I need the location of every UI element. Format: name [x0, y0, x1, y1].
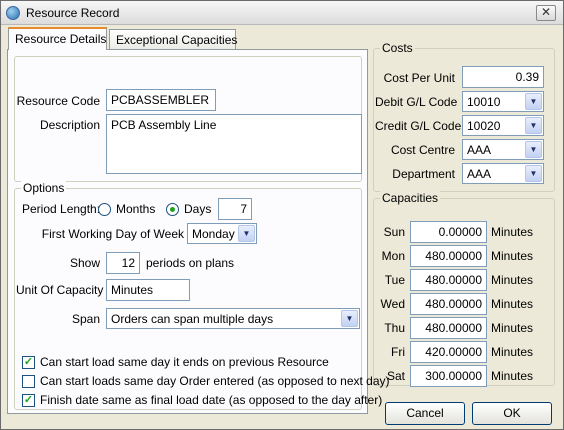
capacity-day-label: Fri: [391, 345, 405, 359]
months-radio[interactable]: [98, 203, 111, 216]
close-button[interactable]: ✕: [536, 5, 556, 21]
app-icon: [6, 6, 20, 20]
capacity-unit-label: Minutes: [491, 369, 534, 383]
cost-centre-label: Cost Centre: [390, 143, 455, 157]
capacity-day-label: Thu: [384, 321, 405, 335]
capacity-day-label: Wed: [380, 297, 405, 311]
span-select[interactable]: Orders can span multiple days ▼: [106, 308, 360, 329]
first-working-day-select[interactable]: Monday ▼: [187, 223, 257, 244]
unit-of-capacity-label: Unit Of Capacity: [16, 283, 104, 297]
resource-code-label: Resource Code: [16, 94, 100, 108]
tab-exceptional-capacities[interactable]: Exceptional Capacities: [109, 29, 237, 49]
capacity-unit-label: Minutes: [491, 225, 534, 239]
capacity-value-input[interactable]: 480.00000: [410, 293, 487, 315]
days-radio[interactable]: [166, 203, 179, 216]
debit-gl-label: Debit G/L Code: [375, 95, 458, 109]
window-title: Resource Record: [26, 6, 120, 20]
days-input[interactable]: 7: [218, 198, 252, 220]
capacity-value-input[interactable]: 0.00000: [410, 221, 487, 243]
capacity-unit-label: Minutes: [491, 273, 534, 287]
capacity-value-input[interactable]: 480.00000: [410, 317, 487, 339]
check-finish-same-day[interactable]: ✓: [22, 394, 35, 407]
department-value: AAA: [467, 167, 492, 181]
first-working-day-value: Monday: [192, 227, 235, 241]
days-label: Days: [184, 202, 212, 216]
chevron-down-icon[interactable]: ▼: [525, 117, 542, 134]
capacity-value-input[interactable]: 300.00000: [410, 365, 487, 387]
dialog-client: Resource Details Exceptional Capacities …: [3, 26, 561, 428]
span-value: Orders can span multiple days: [111, 312, 274, 326]
capacity-day-label: Sun: [383, 225, 405, 239]
periods-label: periods on plans: [146, 256, 235, 270]
credit-gl-label: Credit G/L Code: [375, 119, 462, 133]
check1-label: Can start load same day it ends on previ…: [40, 355, 329, 369]
cost-centre-select[interactable]: AAA ▼: [462, 139, 544, 160]
capacity-day-label: Tue: [384, 273, 405, 287]
department-select[interactable]: AAA ▼: [462, 163, 544, 184]
debit-gl-value: 10010: [467, 95, 501, 109]
resource-record-window: Resource Record ✕ Resource Details Excep…: [0, 0, 564, 430]
first-working-day-label: First Working Day of Week: [41, 227, 184, 241]
credit-gl-select[interactable]: 10020 ▼: [462, 115, 544, 136]
capacity-value-input[interactable]: 480.00000: [410, 269, 487, 291]
chevron-down-icon[interactable]: ▼: [525, 165, 542, 182]
debit-gl-select[interactable]: 10010 ▼: [462, 91, 544, 112]
tab-resource-details[interactable]: Resource Details: [8, 27, 107, 50]
chevron-down-icon[interactable]: ▼: [525, 141, 542, 158]
capacity-day-label: Mon: [381, 249, 405, 263]
check-start-same-day-prev[interactable]: ✓: [22, 356, 35, 369]
chevron-down-icon[interactable]: ▼: [238, 225, 255, 242]
capacity-unit-label: Minutes: [491, 297, 534, 311]
cost-centre-value: AAA: [467, 143, 492, 157]
check2-label: Can start loads same day Order entered (…: [40, 374, 390, 388]
show-label: Show: [69, 256, 100, 270]
capacity-unit-label: Minutes: [491, 321, 534, 335]
check-start-same-day-order[interactable]: [22, 375, 35, 388]
cancel-button[interactable]: Cancel: [385, 402, 465, 425]
credit-gl-value: 10020: [467, 119, 501, 133]
capacity-unit-label: Minutes: [491, 249, 534, 263]
ok-button[interactable]: OK: [472, 402, 552, 425]
show-periods-input[interactable]: 12: [106, 252, 140, 274]
unit-of-capacity-input[interactable]: Minutes: [106, 279, 190, 301]
capacity-value-input[interactable]: 480.00000: [410, 245, 487, 267]
months-label: Months: [116, 202, 156, 216]
capacity-unit-label: Minutes: [491, 345, 534, 359]
cost-per-unit-input[interactable]: 0.39: [462, 66, 544, 88]
description-label: Description: [39, 118, 100, 132]
department-label: Department: [392, 167, 455, 181]
check3-label: Finish date same as final load date (as …: [40, 393, 383, 407]
chevron-down-icon[interactable]: ▼: [525, 93, 542, 110]
resource-code-input[interactable]: PCBASSEMBLER: [106, 89, 216, 111]
period-length-label: Period Length:: [22, 202, 101, 216]
chevron-down-icon[interactable]: ▼: [341, 310, 358, 327]
capacities-legend: Capacities: [380, 191, 441, 205]
description-input[interactable]: PCB Assembly Line: [106, 114, 362, 174]
options-legend: Options: [21, 181, 67, 195]
cost-per-unit-label: Cost Per Unit: [383, 71, 455, 85]
costs-legend: Costs: [380, 41, 415, 55]
title-bar[interactable]: Resource Record ✕: [1, 1, 563, 25]
resource-details-panel: Resource Code PCBASSEMBLER Description P…: [7, 49, 390, 414]
capacity-value-input[interactable]: 420.00000: [410, 341, 487, 363]
span-label: Span: [71, 312, 100, 326]
